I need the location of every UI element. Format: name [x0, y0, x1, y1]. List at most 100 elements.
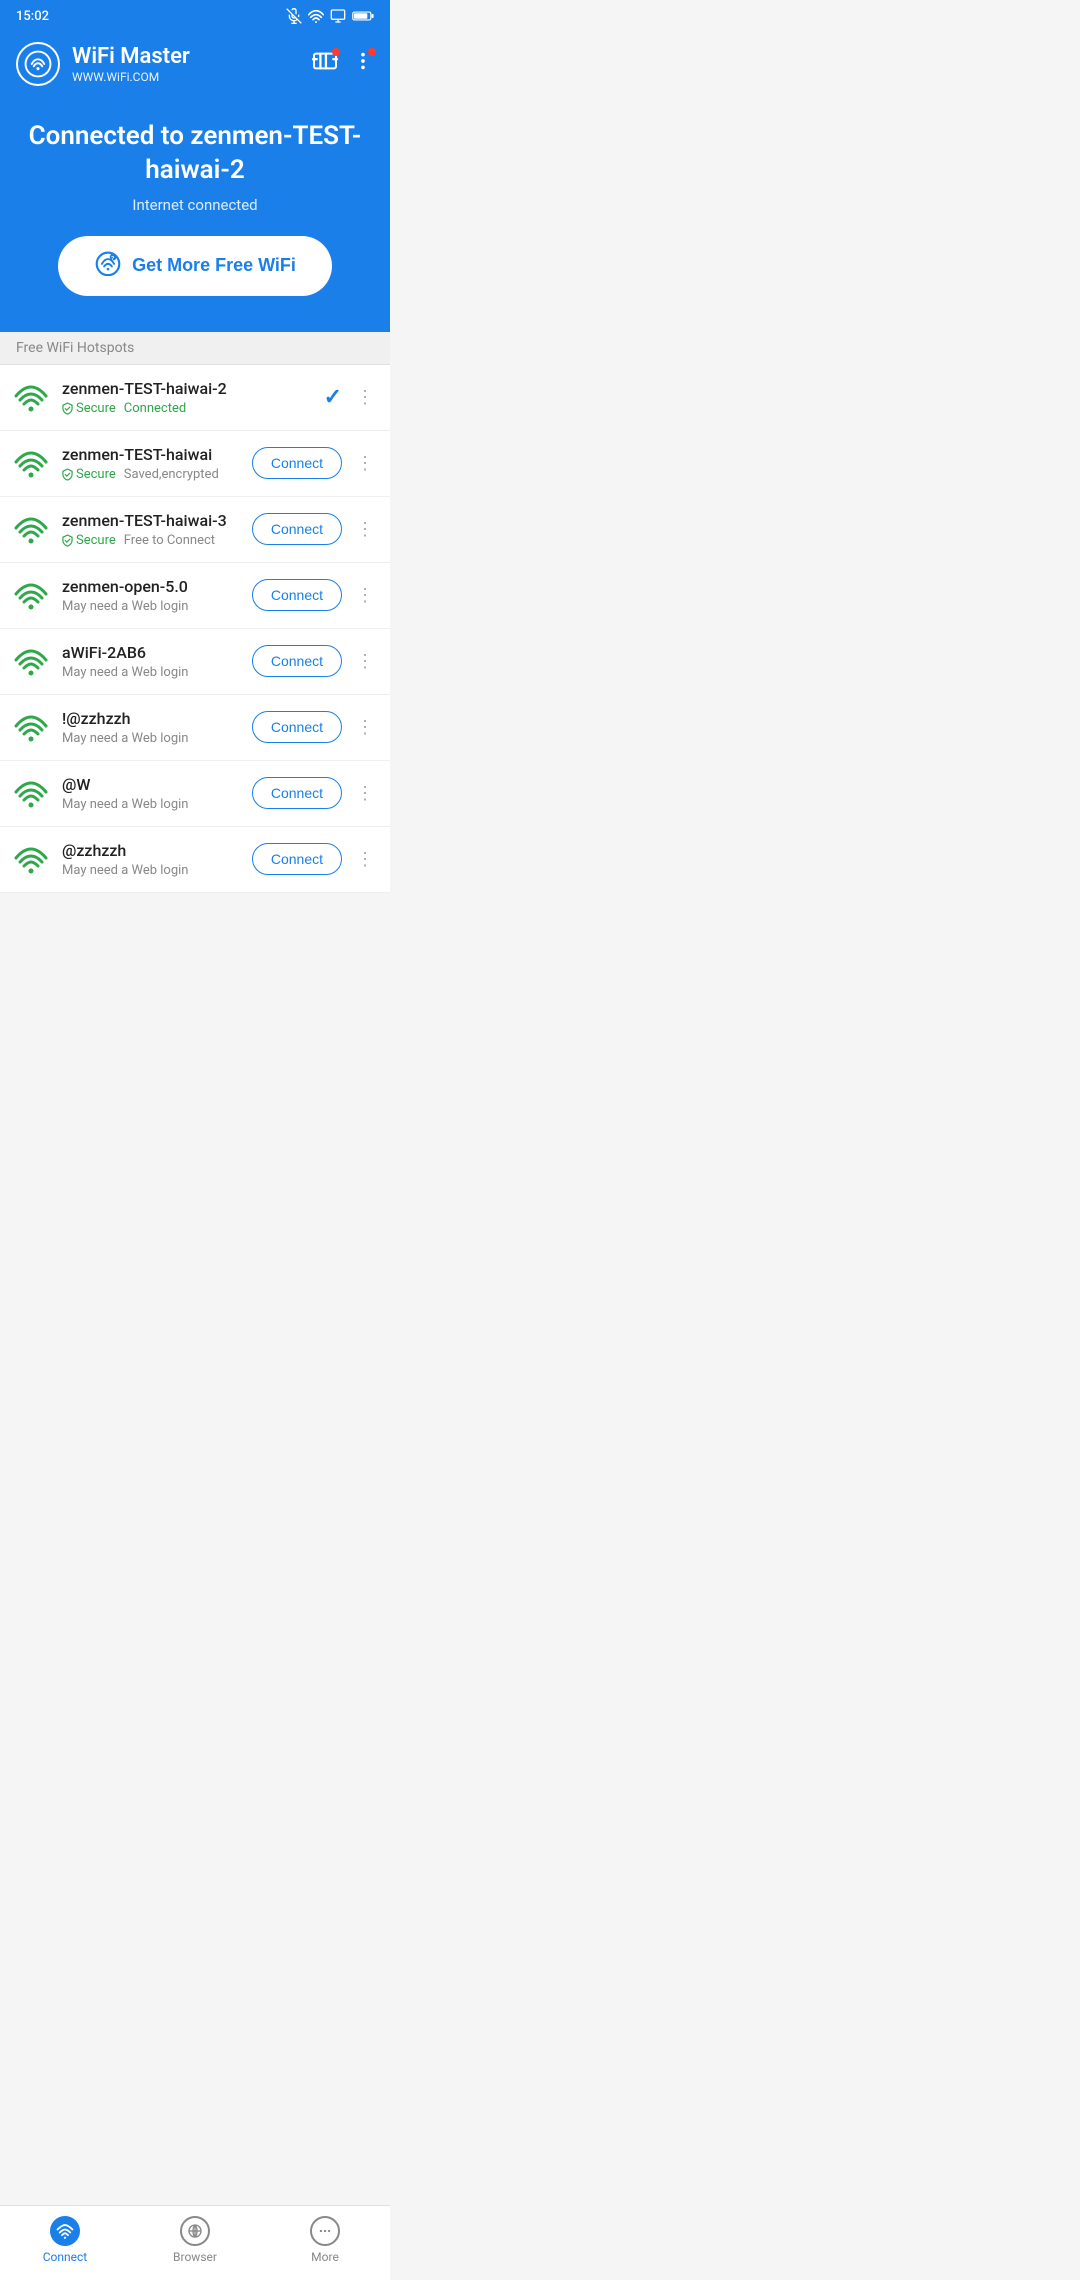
connect-button[interactable]: Connect [252, 843, 342, 875]
wifi-list-item: @zzhzzh May need a Web login Connect ⋮ [0, 827, 390, 893]
wifi-name: zenmen-TEST-haiwai [62, 445, 240, 464]
connect-button[interactable]: Connect [252, 777, 342, 809]
wifi-name: aWiFi-2AB6 [62, 643, 240, 662]
wifi-action-area: ✓ ⋮ [324, 383, 378, 412]
wifi-list: zenmen-TEST-haiwai-2 Secure Connected ✓ … [0, 365, 390, 893]
header-title-block: WiFi Master WWW.WiFi.COM [72, 44, 190, 84]
wifi-list-item: @W May need a Web login Connect ⋮ [0, 761, 390, 827]
wifi-action-area: Connect ⋮ [252, 579, 378, 611]
wifi-more-icon[interactable]: ⋮ [352, 383, 378, 412]
wifi-name: zenmen-TEST-haiwai-3 [62, 511, 240, 530]
wifi-more-icon[interactable]: ⋮ [352, 581, 378, 610]
header-left: WiFi Master WWW.WiFi.COM [16, 42, 190, 86]
time: 15:02 [16, 9, 49, 24]
screen-icon [330, 8, 346, 24]
wifi-signal-icon [12, 844, 50, 874]
more-nav-label: More [311, 2250, 339, 2264]
browser-nav-icon [180, 2216, 210, 2246]
hero-subtitle: Internet connected [20, 196, 370, 214]
wifi-list-item: zenmen-TEST-haiwai Secure Saved,encrypte… [0, 431, 390, 497]
wifi-more-icon[interactable]: ⋮ [352, 845, 378, 874]
connect-button[interactable]: Connect [252, 645, 342, 677]
wifi-status: Connected [124, 401, 186, 416]
wifi-signal-icon [12, 580, 50, 610]
wifi-list-item: zenmen-TEST-haiwai-3 Secure Free to Conn… [0, 497, 390, 563]
wifi-status: May need a Web login [62, 599, 189, 614]
secure-badge: Secure [62, 467, 116, 482]
app-logo [16, 42, 60, 86]
browser-nav-label: Browser [173, 2250, 217, 2264]
wifi-meta: May need a Web login [62, 665, 240, 680]
wifi-name: zenmen-open-5.0 [62, 577, 240, 596]
header-actions [312, 50, 374, 78]
wifi-status: May need a Web login [62, 665, 189, 680]
wifi-action-area: Connect ⋮ [252, 777, 378, 809]
wifi-more-icon[interactable]: ⋮ [352, 449, 378, 478]
wifi-meta: Secure Connected [62, 401, 312, 416]
wifi-status: May need a Web login [62, 797, 189, 812]
get-wifi-icon: ? [94, 250, 122, 282]
wifi-meta: May need a Web login [62, 863, 240, 878]
wifi-list-item: aWiFi-2AB6 May need a Web login Connect … [0, 629, 390, 695]
wifi-signal-icon [12, 382, 50, 412]
wifi-list-item: zenmen-TEST-haiwai-2 Secure Connected ✓ … [0, 365, 390, 431]
wifi-status: May need a Web login [62, 731, 189, 746]
wifi-info: @W May need a Web login [62, 775, 240, 812]
app-name: WiFi Master [72, 44, 190, 70]
scan-button[interactable] [312, 50, 338, 78]
wifi-signal-icon [12, 514, 50, 544]
hero-title: Connected to zenmen-TEST-haiwai-2 [20, 120, 370, 188]
wifi-status: May need a Web login [62, 863, 189, 878]
wifi-list-item: zenmen-open-5.0 May need a Web login Con… [0, 563, 390, 629]
wifi-more-icon[interactable]: ⋮ [352, 713, 378, 742]
wifi-name: @zzhzzh [62, 841, 240, 860]
wifi-info: !@zzhzzh May need a Web login [62, 709, 240, 746]
wifi-info: aWiFi-2AB6 May need a Web login [62, 643, 240, 680]
connect-button[interactable]: Connect [252, 579, 342, 611]
wifi-more-icon[interactable]: ⋮ [352, 779, 378, 808]
header: WiFi Master WWW.WiFi.COM [0, 32, 390, 100]
wifi-signal-icon [12, 448, 50, 478]
wifi-action-area: Connect ⋮ [252, 843, 378, 875]
nav-item-connect[interactable]: Connect [0, 2216, 130, 2264]
wifi-list-item: !@zzhzzh May need a Web login Connect ⋮ [0, 695, 390, 761]
wifi-name: zenmen-TEST-haiwai-2 [62, 379, 312, 398]
secure-badge: Secure [62, 401, 116, 416]
hero-section: Connected to zenmen-TEST-haiwai-2 Intern… [0, 100, 390, 332]
wifi-meta: Secure Free to Connect [62, 533, 240, 548]
wifi-meta: Secure Saved,encrypted [62, 467, 240, 482]
wifi-action-area: Connect ⋮ [252, 645, 378, 677]
mute-icon [286, 8, 302, 24]
connect-button[interactable]: Connect [252, 513, 342, 545]
wifi-signal-icon [12, 646, 50, 676]
wifi-name: !@zzhzzh [62, 709, 240, 728]
nav-item-browser[interactable]: Browser [130, 2216, 260, 2264]
bottom-nav: Connect Browser More [0, 2205, 390, 2280]
wifi-info: zenmen-TEST-haiwai-3 Secure Free to Conn… [62, 511, 240, 548]
wifi-action-area: Connect ⋮ [252, 447, 378, 479]
wifi-meta: May need a Web login [62, 797, 240, 812]
wifi-info: @zzhzzh May need a Web login [62, 841, 240, 878]
secure-badge: Secure [62, 533, 116, 548]
wifi-signal-icon [12, 778, 50, 808]
wifi-status: Free to Connect [124, 533, 215, 548]
more-nav-icon [310, 2216, 340, 2246]
menu-button[interactable] [352, 50, 374, 78]
connect-nav-label: Connect [43, 2250, 87, 2264]
wifi-signal-icon [12, 712, 50, 742]
wifi-info: zenmen-open-5.0 May need a Web login [62, 577, 240, 614]
connect-button[interactable]: Connect [252, 711, 342, 743]
battery-icon [352, 9, 374, 23]
get-wifi-button[interactable]: ? Get More Free WiFi [58, 236, 332, 296]
connect-button[interactable]: Connect [252, 447, 342, 479]
connect-nav-icon [50, 2216, 80, 2246]
wifi-info: zenmen-TEST-haiwai Secure Saved,encrypte… [62, 445, 240, 482]
wifi-more-icon[interactable]: ⋮ [352, 647, 378, 676]
wifi-meta: May need a Web login [62, 599, 240, 614]
nav-item-more[interactable]: More [260, 2216, 390, 2264]
wifi-more-icon[interactable]: ⋮ [352, 515, 378, 544]
get-wifi-label: Get More Free WiFi [132, 255, 296, 276]
wifi-action-area: Connect ⋮ [252, 513, 378, 545]
status-icons [286, 8, 374, 24]
connected-check-icon: ✓ [324, 385, 342, 410]
